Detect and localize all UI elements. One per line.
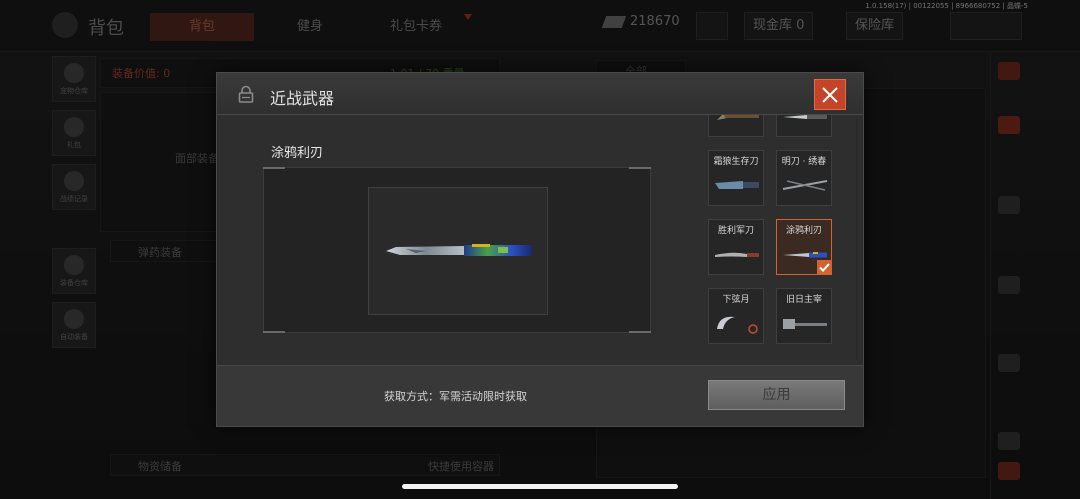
weapon-cell-label: 下弦月 — [722, 295, 750, 305]
weapon-cell[interactable]: 霜狼生存刀 — [708, 150, 764, 206]
karambit-icon — [717, 316, 758, 334]
weapon-cell[interactable]: 明刀 · 绣春 — [776, 150, 832, 206]
dagger-icon — [783, 115, 827, 119]
frame-corner — [629, 331, 651, 333]
checkmark-icon — [817, 260, 832, 275]
weapon-cell[interactable]: 涂鸦利刃 — [776, 219, 832, 275]
close-button[interactable] — [814, 79, 846, 110]
sabre-icon — [715, 252, 759, 257]
weapon-preview — [368, 187, 548, 315]
frame-corner — [263, 331, 285, 333]
dialog-header: 近战武器 — [217, 73, 863, 115]
dialog-title: 近战武器 — [270, 89, 335, 108]
weapon-cell-label: 旧日主宰 — [785, 295, 822, 305]
weapon-cell[interactable]: 工兵铲 — [708, 115, 764, 137]
weapon-cell-label: 涂鸦利刃 — [785, 226, 822, 236]
apply-button[interactable]: 应用 — [708, 380, 845, 410]
melee-weapon-dialog: 近战武器 涂鸦利刃 霜狼生存刀 明刀 · 绣春 胜利军刀 涂鸦利刃 下弦月 旧日… — [216, 72, 864, 427]
weapon-cell-label: 胜利军刀 — [717, 226, 754, 236]
sword-icon — [782, 180, 828, 191]
lock-icon — [238, 85, 254, 103]
weapon-cell[interactable]: 旧日主宰 — [776, 288, 832, 344]
frame-corner — [629, 167, 651, 169]
grid-scrollbar[interactable] — [856, 119, 858, 359]
dialog-footer: 获取方式：军需活动限时获取 应用 — [217, 365, 863, 426]
obtain-method-text: 获取方式：军需活动限时获取 — [384, 390, 527, 403]
frame-corner — [263, 167, 285, 169]
weapon-cell[interactable]: 胜利军刀 — [708, 219, 764, 275]
hammer-icon — [783, 319, 827, 329]
close-icon — [822, 86, 838, 103]
shovel-icon — [717, 115, 759, 120]
weapon-cell-label: 明刀 · 绣春 — [781, 157, 827, 167]
home-indicator[interactable] — [402, 484, 678, 489]
graffiti-knife-image — [386, 244, 532, 256]
weapon-cell[interactable]: 突击匕首 — [776, 115, 832, 137]
weapon-cell[interactable]: 下弦月 — [708, 288, 764, 344]
selected-weapon-name: 涂鸦利刃 — [271, 146, 324, 161]
weapon-grid: 工兵铲突击匕首霜狼生存刀 明刀 · 绣春胜利军刀 涂鸦利刃下弦月 旧日主宰 — [705, 115, 855, 363]
weapon-preview-frame — [263, 167, 651, 333]
weapon-cell-label: 霜狼生存刀 — [713, 157, 759, 167]
survival-knife-icon — [715, 181, 759, 189]
